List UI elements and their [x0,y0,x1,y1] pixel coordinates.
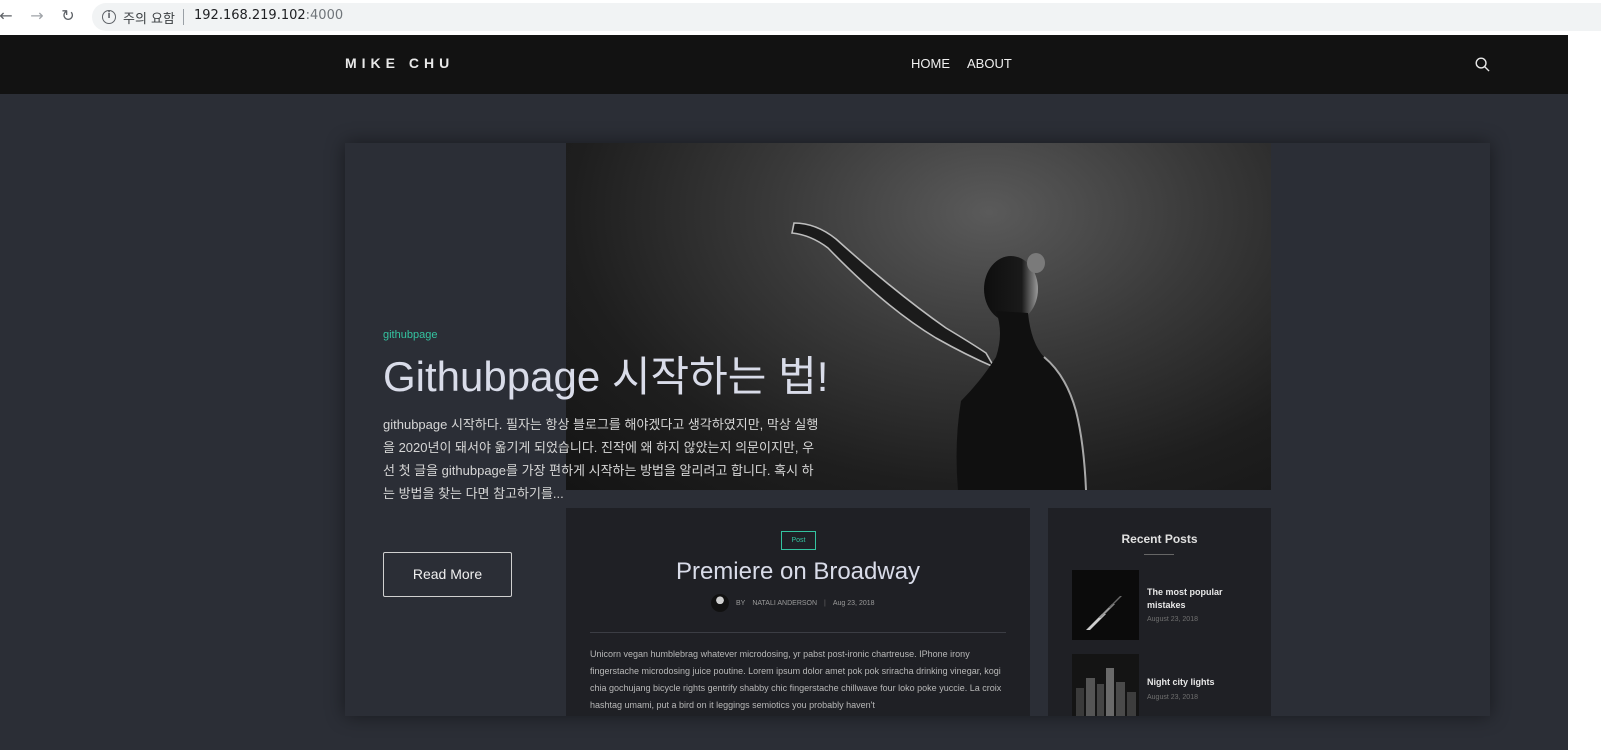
forward-arrow-icon[interactable]: → [27,6,47,26]
site-header: MIKE CHU HOME ABOUT [0,35,1568,94]
preview-divider [590,632,1006,633]
post-preview: Post Premiere on Broadway BY NATALI ANDE… [566,508,1030,716]
widget-title: Recent Posts [1121,532,1198,546]
url-text: 192.168.219.102:4000 [194,8,343,23]
featured-post-title[interactable]: Githubpage 시작하는 법! [383,343,828,404]
widget-divider [1144,554,1174,555]
post-date: Aug 23, 2018 [832,599,875,607]
main-content: githubpage Githubpage 시작하는 법! githubpage… [0,94,1568,750]
recent-post-thumbnail[interactable] [1072,570,1139,640]
nav-about[interactable]: ABOUT [967,56,1012,71]
meta-divider: | [824,599,826,607]
recent-post-item[interactable]: Night city lights August 23, 2018 [1072,654,1252,716]
nav-home[interactable]: HOME [911,56,950,71]
recent-post-item[interactable]: The most popular mistakes August 23, 201… [1072,570,1252,640]
preview-post-body: Unicorn vegan humblebrag whatever microd… [590,649,1002,710]
featured-post-excerpt: githubpage 시작하다. 필자는 항상 블로그를 해야겠다고 생각하였지… [383,417,819,501]
back-arrow-icon[interactable]: ← [0,6,16,26]
recent-post-title[interactable]: The most popular mistakes [1147,586,1247,612]
reload-icon[interactable]: ↻ [58,6,78,26]
recent-posts-widget: Recent Posts The most popular mistakes A… [1048,508,1271,716]
city-thumbnail-image [1072,654,1139,716]
featured-post-card: githubpage Githubpage 시작하는 법! githubpage… [345,143,1490,716]
address-divider [183,9,184,25]
info-icon[interactable]: i [102,10,116,24]
preview-post-title[interactable]: Premiere on Broadway [566,558,1030,586]
author-name[interactable]: NATALI ANDERSON [752,600,817,607]
preview-post-tag[interactable]: Post [781,531,816,550]
recent-post-date: August 23, 2018 [1147,616,1198,623]
page-scrollbar[interactable] [1568,35,1601,750]
site-brand[interactable]: MIKE CHU [345,55,454,71]
search-icon[interactable] [1475,57,1490,72]
recent-post-title[interactable]: Night city lights [1147,676,1247,689]
post-tag[interactable]: githubpage [383,329,437,341]
recent-post-thumbnail[interactable] [1072,654,1139,716]
post-meta: BY NATALI ANDERSON | Aug 23, 2018 [711,594,875,612]
main-nav: HOME ABOUT [911,56,1012,71]
by-label: BY [736,599,746,607]
stairs-thumbnail-image [1072,570,1139,640]
url-host: 192.168.219.102 [194,8,306,23]
security-warning: 주의 요함 [123,12,175,27]
author-avatar [711,594,729,612]
browser-toolbar: ← → ↻ i 주의 요함 192.168.219.102:4000 [0,0,1601,35]
address-bar[interactable]: i 주의 요함 192.168.219.102:4000 [92,3,1601,31]
read-more-button[interactable]: Read More [383,552,512,597]
recent-post-date: August 23, 2018 [1147,694,1198,701]
url-port: :4000 [305,8,344,23]
